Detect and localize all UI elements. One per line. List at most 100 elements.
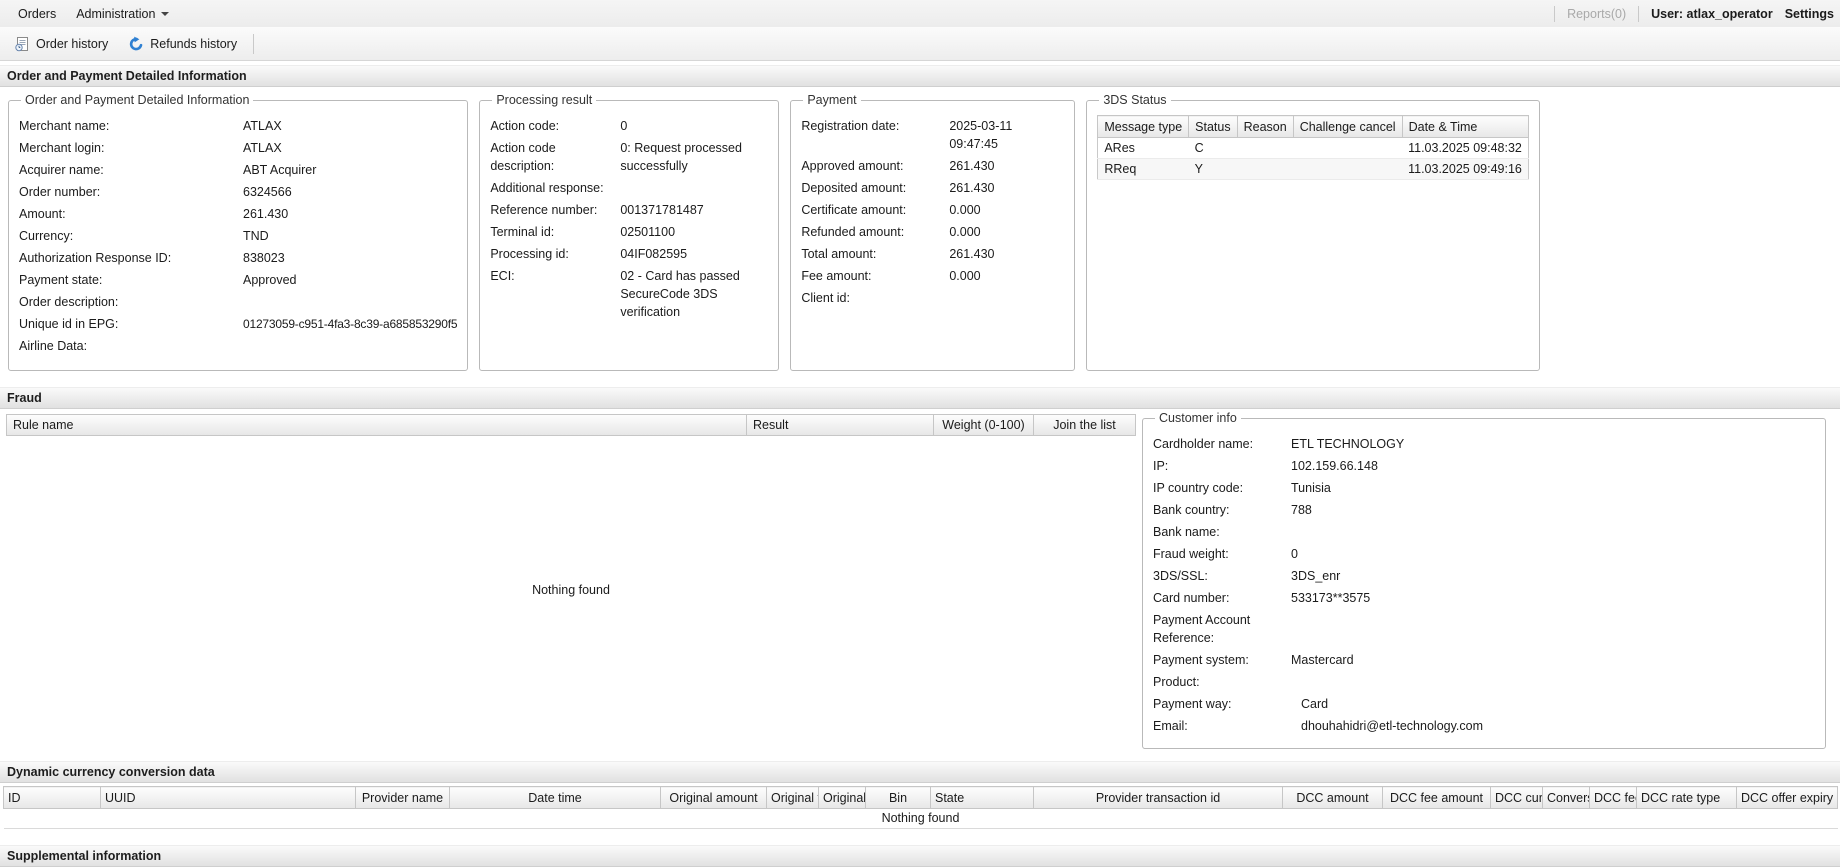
column-header: Date time bbox=[449, 786, 661, 809]
field-value: Approved bbox=[243, 273, 297, 287]
field-row: Fee amount: 0.000 bbox=[801, 267, 1064, 285]
field-label: Approved amount: bbox=[801, 159, 904, 173]
field-row: Amount: 261.430 bbox=[19, 205, 457, 223]
field-label: Payment system: bbox=[1153, 653, 1249, 667]
field-label: Amount: bbox=[19, 207, 66, 221]
column-header: UUID bbox=[100, 786, 356, 809]
field-row: Total amount: 261.430 bbox=[801, 245, 1064, 263]
dcc-section-header: Dynamic currency conversion data bbox=[0, 761, 1840, 783]
field-value: 01273059-c951-4fa3-8c39-a685853290f5 bbox=[243, 317, 458, 331]
field-label: Unique id in EPG: bbox=[19, 317, 119, 331]
threeds-header-row: Message type Status Reason Challenge can… bbox=[1097, 115, 1529, 138]
field-row: Order description: bbox=[19, 293, 457, 311]
column-header: Original c bbox=[818, 786, 866, 809]
field-row: Payment state: Approved bbox=[19, 271, 457, 289]
separator bbox=[1554, 5, 1556, 22]
column-header: Join the list bbox=[1053, 418, 1116, 432]
cell: 11.03.2025 09:49:16 bbox=[1402, 158, 1529, 180]
fraud-section: Rule name Result Weight (0-100) Join the… bbox=[0, 409, 1840, 761]
field-row: Refunded amount: 0.000 bbox=[801, 223, 1064, 241]
field-row: Registration date: 2025-03-11 09:47:45 bbox=[801, 117, 1064, 153]
field-row: IP: 102.159.66.148 bbox=[1153, 457, 1815, 475]
field-label: Card number: bbox=[1153, 591, 1230, 605]
field-label: 3DS/SSL: bbox=[1153, 569, 1208, 583]
dcc-section-title: Dynamic currency conversion data bbox=[7, 765, 215, 779]
field-row: Currency: TND bbox=[19, 227, 457, 245]
field-row: IP country code: Tunisia bbox=[1153, 479, 1815, 497]
column-header: Status bbox=[1188, 115, 1238, 138]
field-value: 838023 bbox=[243, 251, 285, 265]
field-label: Payment Account Reference: bbox=[1153, 613, 1251, 645]
column-header: DCC rate type bbox=[1636, 786, 1737, 809]
field-row: Order number: 6324566 bbox=[19, 183, 457, 201]
field-label: Additional response: bbox=[490, 181, 604, 195]
column-header: Weight (0-100) bbox=[934, 415, 1034, 435]
column-header: Challenge cancel bbox=[1292, 115, 1403, 138]
settings-link[interactable]: Settings bbox=[1785, 7, 1834, 21]
payment-rows: Registration date: 2025-03-11 09:47:45 Ap… bbox=[801, 109, 1064, 307]
customer-info-panel: Customer info Cardholder name: ETL TECHNO… bbox=[1142, 411, 1826, 749]
field-label: Action code: bbox=[490, 119, 560, 133]
dcc-empty-row: Nothing found bbox=[3, 808, 1838, 829]
field-label: Processing id: bbox=[490, 247, 569, 261]
field-label: Currency: bbox=[19, 229, 74, 243]
field-row: Authorization Response ID: 838023 bbox=[19, 249, 457, 267]
field-value: 0 bbox=[620, 119, 628, 133]
fraud-section-title: Fraud bbox=[7, 391, 42, 405]
processing-result-legend: Processing result bbox=[496, 93, 593, 107]
field-label: Certificate amount: bbox=[801, 203, 907, 217]
menu-administration[interactable]: Administration bbox=[66, 7, 179, 21]
field-label: Fee amount: bbox=[801, 269, 872, 283]
field-row: Product: bbox=[1153, 673, 1815, 691]
threeds-status-table: Message type Status Reason Challenge can… bbox=[1097, 115, 1529, 180]
field-value: 0 bbox=[1291, 547, 1298, 561]
field-label: Order number: bbox=[19, 185, 101, 199]
field-value: 0.000 bbox=[949, 269, 981, 283]
field-label: Payment way: bbox=[1153, 697, 1232, 711]
field-value: Tunisia bbox=[1291, 481, 1331, 495]
field-row: Airline Data: bbox=[19, 337, 457, 355]
separator bbox=[253, 33, 255, 54]
refunds-history-label: Refunds history bbox=[150, 36, 238, 51]
fraud-table-header: Rule name Result Weight (0-100) Join the… bbox=[6, 414, 1136, 436]
menu-administration-label: Administration bbox=[76, 6, 156, 21]
reports-link: Reports(0) bbox=[1567, 6, 1627, 21]
column-header: Provider name bbox=[355, 786, 450, 809]
field-row: Bank name: bbox=[1153, 523, 1815, 541]
field-row: Merchant name: ATLAX bbox=[19, 117, 457, 135]
column-header: Date & Time bbox=[1401, 115, 1529, 138]
order-history-icon bbox=[14, 36, 30, 52]
refunds-history-button[interactable]: Refunds history bbox=[120, 32, 245, 56]
field-value: TND bbox=[243, 229, 269, 243]
field-row: Reference number: 001371781487 bbox=[490, 201, 768, 219]
payment-panel: Payment Registration date: 2025-03-11 09:… bbox=[790, 93, 1076, 371]
cell: C bbox=[1188, 137, 1238, 159]
field-row: Acquirer name: ABT Acquirer bbox=[19, 161, 457, 179]
field-row: ECI: 02 - Card has passed SecureCode 3DS … bbox=[490, 267, 768, 321]
field-label: IP: bbox=[1153, 459, 1169, 473]
field-value: ETL TECHNOLOGY bbox=[1291, 437, 1405, 451]
field-label: Refunded amount: bbox=[801, 225, 905, 239]
order-info-legend: Order and Payment Detailed Information bbox=[25, 93, 250, 107]
order-history-button[interactable]: Order history bbox=[6, 32, 116, 56]
menubar-right: Reports(0) User: atlax_operator Settings bbox=[1554, 5, 1836, 22]
field-value: 6324566 bbox=[243, 185, 292, 199]
field-row: Merchant login: ATLAX bbox=[19, 139, 457, 157]
field-row: Payment Account Reference: bbox=[1153, 611, 1815, 647]
order-info-panel: Order and Payment Detailed Information M… bbox=[8, 93, 469, 371]
fraud-table-body: Nothing found bbox=[6, 436, 1136, 744]
field-row: Email: dhouhahidri@etl-technology.com bbox=[1153, 717, 1815, 735]
table-row: ARes C 11.03.2025 09:48:32 bbox=[1097, 137, 1529, 159]
fraud-table: Rule name Result Weight (0-100) Join the… bbox=[6, 409, 1136, 744]
field-value: ATLAX bbox=[243, 141, 282, 155]
field-value: 02501100 bbox=[620, 225, 676, 239]
field-row: Payment system: Mastercard bbox=[1153, 651, 1815, 669]
field-row: Cardholder name: ETL TECHNOLOGY bbox=[1153, 435, 1815, 453]
field-value: 02 - Card has passed SecureCode 3DS veri… bbox=[620, 269, 740, 319]
menu-orders[interactable]: Orders bbox=[8, 7, 66, 21]
field-row: 3DS/SSL: 3DS_enr bbox=[1153, 567, 1815, 585]
field-label: Bank name: bbox=[1153, 525, 1220, 539]
column-header: Provider transaction id bbox=[1033, 786, 1283, 809]
cell: ARes bbox=[1097, 137, 1189, 159]
field-row: Processing id: 04IF082595 bbox=[490, 245, 768, 263]
